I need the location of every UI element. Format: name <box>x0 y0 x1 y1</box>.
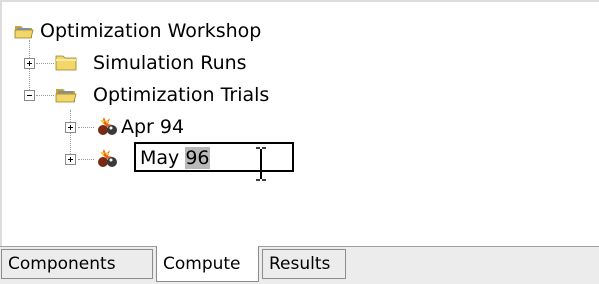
expand-toggle[interactable] <box>65 122 76 133</box>
open-folder-icon <box>55 89 77 103</box>
pane-border-left <box>0 0 2 246</box>
tree-node-label: Simulation Runs <box>93 52 247 74</box>
rename-input[interactable]: May 96 <box>134 142 294 172</box>
trial-icon <box>98 117 117 135</box>
text-cursor-icon <box>256 147 266 181</box>
tab-results[interactable]: Results <box>262 249 346 279</box>
expand-toggle[interactable] <box>65 154 76 165</box>
rename-input-prefix: May <box>140 147 186 169</box>
tree-line <box>36 95 54 96</box>
tree-line <box>70 110 71 158</box>
tab-compute[interactable]: Compute <box>156 246 259 282</box>
collapse-toggle[interactable] <box>24 90 35 101</box>
expand-toggle[interactable] <box>24 58 35 69</box>
tree-line <box>36 63 54 64</box>
rename-input-value: May 96 <box>140 145 210 171</box>
rename-input-selection: 96 <box>185 147 210 169</box>
pane-border-top <box>0 0 599 2</box>
tab-bar: Components Compute Results <box>0 246 599 284</box>
open-folder-icon <box>14 26 34 39</box>
tree-line <box>78 159 94 160</box>
tree-line <box>78 127 94 128</box>
tab-components[interactable]: Components <box>1 249 153 279</box>
trial-icon <box>98 149 117 167</box>
tree-node-label: Optimization Workshop <box>40 20 262 42</box>
folder-icon <box>55 55 77 71</box>
tree-node-label: Optimization Trials <box>93 84 270 106</box>
tree-node-label: Apr 94 <box>121 116 185 138</box>
tree-pane: Optimization Workshop Simulation Runs Op… <box>0 0 599 246</box>
